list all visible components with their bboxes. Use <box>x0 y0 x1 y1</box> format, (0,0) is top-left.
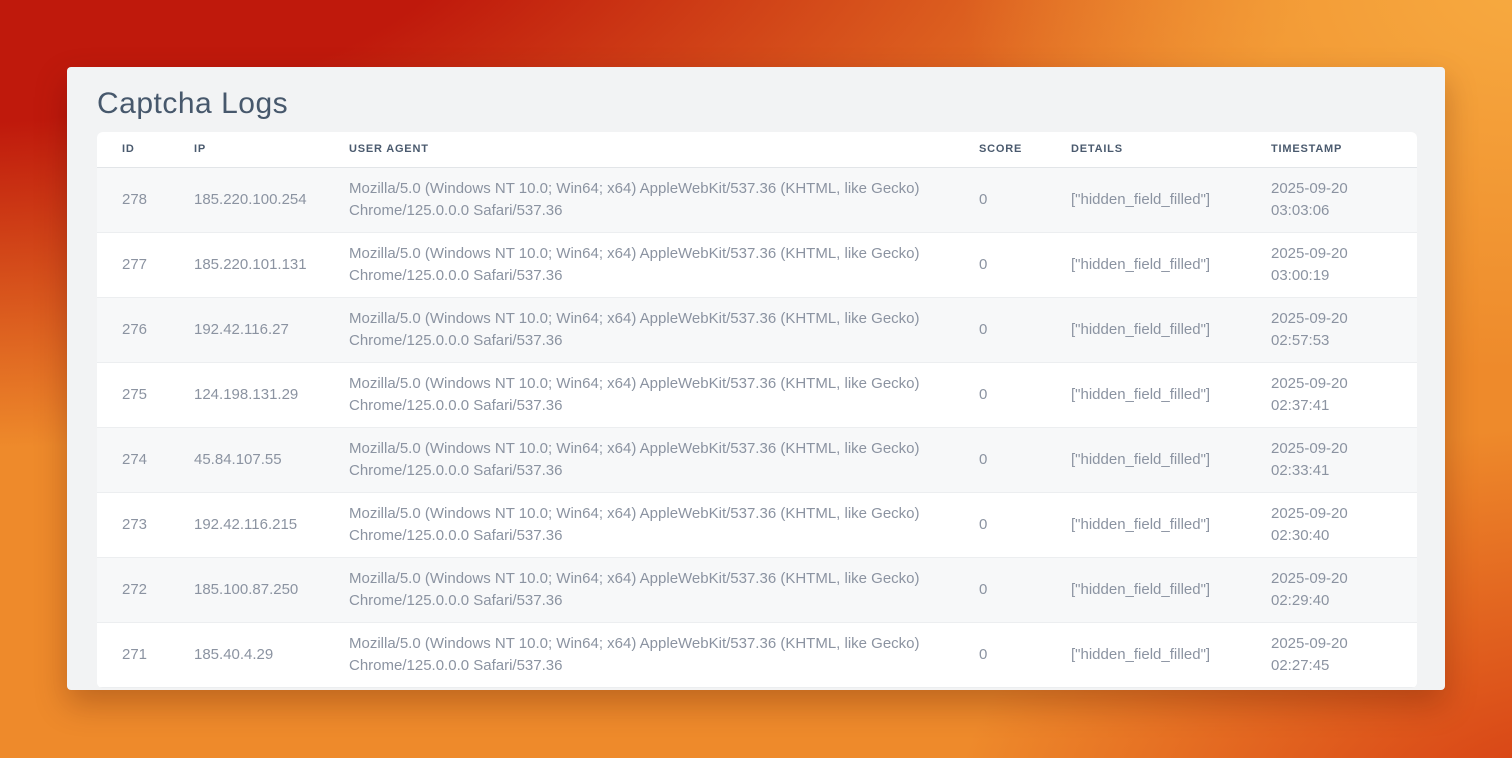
cell-user-agent: Mozilla/5.0 (Windows NT 10.0; Win64; x64… <box>337 622 967 687</box>
cell-ip: 185.220.101.131 <box>182 232 337 297</box>
column-header-score: SCORE <box>967 132 1059 167</box>
column-header-id: ID <box>97 132 182 167</box>
cell-score: 0 <box>967 427 1059 492</box>
cell-ip: 124.198.131.29 <box>182 362 337 427</box>
column-header-details: DETAILS <box>1059 132 1259 167</box>
cell-timestamp: 2025-09-20 03:03:06 <box>1259 167 1417 232</box>
table-row: 271 185.40.4.29 Mozilla/5.0 (Windows NT … <box>97 622 1417 687</box>
logs-table-container: ID IP USER AGENT SCORE DETAILS TIMESTAMP… <box>97 132 1417 688</box>
cell-id: 274 <box>97 427 182 492</box>
page-background: { "page_title": "Captcha Logs", "table":… <box>0 0 1512 758</box>
table-header-row: ID IP USER AGENT SCORE DETAILS TIMESTAMP <box>97 132 1417 167</box>
cell-ip: 45.84.107.55 <box>182 427 337 492</box>
table-body: 278 185.220.100.254 Mozilla/5.0 (Windows… <box>97 167 1417 687</box>
cell-score: 0 <box>967 297 1059 362</box>
cell-score: 0 <box>967 167 1059 232</box>
cell-id: 271 <box>97 622 182 687</box>
table-row: 273 192.42.116.215 Mozilla/5.0 (Windows … <box>97 492 1417 557</box>
cell-score: 0 <box>967 622 1059 687</box>
cell-score: 0 <box>967 557 1059 622</box>
table-row: 272 185.100.87.250 Mozilla/5.0 (Windows … <box>97 557 1417 622</box>
cell-id: 278 <box>97 167 182 232</box>
cell-ip: 185.40.4.29 <box>182 622 337 687</box>
cell-id: 275 <box>97 362 182 427</box>
cell-ip: 185.100.87.250 <box>182 557 337 622</box>
cell-details: ["hidden_field_filled"] <box>1059 427 1259 492</box>
cell-ip: 185.220.100.254 <box>182 167 337 232</box>
cell-score: 0 <box>967 492 1059 557</box>
cell-details: ["hidden_field_filled"] <box>1059 492 1259 557</box>
captcha-logs-card: Captcha Logs ID IP USER AGENT SCORE DETA… <box>67 67 1445 690</box>
cell-id: 277 <box>97 232 182 297</box>
page-title: Captcha Logs <box>97 85 1415 123</box>
cell-details: ["hidden_field_filled"] <box>1059 362 1259 427</box>
table-row: 276 192.42.116.27 Mozilla/5.0 (Windows N… <box>97 297 1417 362</box>
cell-timestamp: 2025-09-20 02:30:40 <box>1259 492 1417 557</box>
cell-timestamp: 2025-09-20 02:33:41 <box>1259 427 1417 492</box>
table-row: 275 124.198.131.29 Mozilla/5.0 (Windows … <box>97 362 1417 427</box>
cell-user-agent: Mozilla/5.0 (Windows NT 10.0; Win64; x64… <box>337 362 967 427</box>
cell-user-agent: Mozilla/5.0 (Windows NT 10.0; Win64; x64… <box>337 557 967 622</box>
cell-user-agent: Mozilla/5.0 (Windows NT 10.0; Win64; x64… <box>337 297 967 362</box>
cell-id: 276 <box>97 297 182 362</box>
logs-table: ID IP USER AGENT SCORE DETAILS TIMESTAMP… <box>97 132 1417 688</box>
cell-details: ["hidden_field_filled"] <box>1059 167 1259 232</box>
cell-details: ["hidden_field_filled"] <box>1059 557 1259 622</box>
cell-ip: 192.42.116.27 <box>182 297 337 362</box>
table-row: 277 185.220.101.131 Mozilla/5.0 (Windows… <box>97 232 1417 297</box>
cell-id: 272 <box>97 557 182 622</box>
table-row: 278 185.220.100.254 Mozilla/5.0 (Windows… <box>97 167 1417 232</box>
cell-details: ["hidden_field_filled"] <box>1059 232 1259 297</box>
cell-details: ["hidden_field_filled"] <box>1059 622 1259 687</box>
table-header: ID IP USER AGENT SCORE DETAILS TIMESTAMP <box>97 132 1417 167</box>
cell-user-agent: Mozilla/5.0 (Windows NT 10.0; Win64; x64… <box>337 232 967 297</box>
cell-timestamp: 2025-09-20 02:57:53 <box>1259 297 1417 362</box>
cell-ip: 192.42.116.215 <box>182 492 337 557</box>
column-header-timestamp: TIMESTAMP <box>1259 132 1417 167</box>
cell-id: 273 <box>97 492 182 557</box>
cell-timestamp: 2025-09-20 03:00:19 <box>1259 232 1417 297</box>
column-header-ip: IP <box>182 132 337 167</box>
cell-user-agent: Mozilla/5.0 (Windows NT 10.0; Win64; x64… <box>337 492 967 557</box>
cell-timestamp: 2025-09-20 02:29:40 <box>1259 557 1417 622</box>
cell-user-agent: Mozilla/5.0 (Windows NT 10.0; Win64; x64… <box>337 167 967 232</box>
cell-user-agent: Mozilla/5.0 (Windows NT 10.0; Win64; x64… <box>337 427 967 492</box>
cell-score: 0 <box>967 232 1059 297</box>
cell-details: ["hidden_field_filled"] <box>1059 297 1259 362</box>
cell-timestamp: 2025-09-20 02:37:41 <box>1259 362 1417 427</box>
table-row: 274 45.84.107.55 Mozilla/5.0 (Windows NT… <box>97 427 1417 492</box>
cell-timestamp: 2025-09-20 02:27:45 <box>1259 622 1417 687</box>
cell-score: 0 <box>967 362 1059 427</box>
column-header-user-agent: USER AGENT <box>337 132 967 167</box>
